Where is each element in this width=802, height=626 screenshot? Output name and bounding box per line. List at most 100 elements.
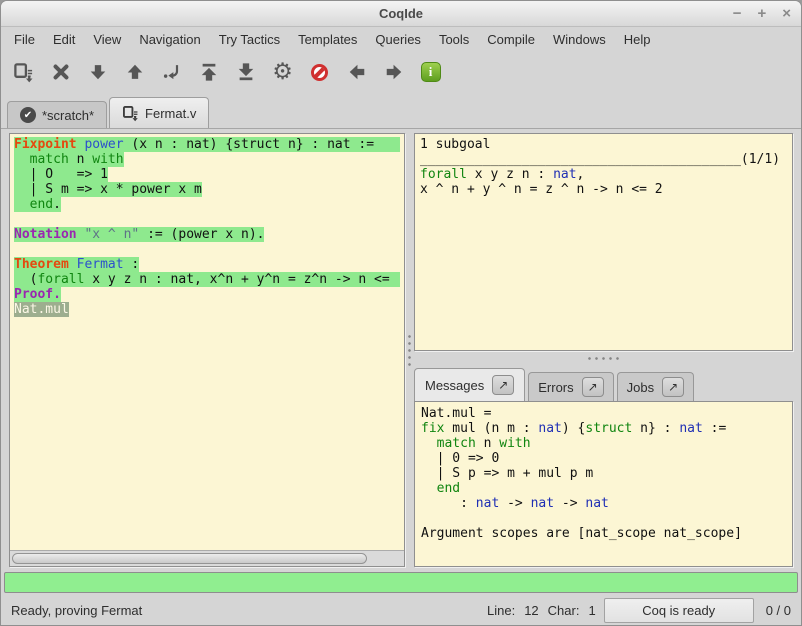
menu-navigation[interactable]: Navigation: [130, 29, 209, 50]
gear-button[interactable]: ⚙: [264, 55, 301, 89]
code-line: match n with: [421, 436, 786, 451]
code-line: ________________________________________…: [420, 152, 787, 167]
job-count: 0 / 0: [766, 603, 791, 618]
minimize-icon[interactable]: −: [733, 6, 742, 21]
menu-bar: FileEditViewNavigationTry TacticsTemplat…: [1, 27, 801, 51]
document-tab-bar: ✔ *scratch* Fermat.v: [1, 93, 801, 129]
go-to-end-button[interactable]: [227, 55, 264, 89]
tab-label: Messages: [425, 378, 484, 393]
coqide-window: CoqIde − + × FileEditViewNavigationTry T…: [0, 0, 802, 626]
code-line: Fixpoint power (x n : nat) {struct n} : …: [14, 137, 400, 152]
gear-icon: ⚙: [272, 61, 293, 84]
title-bar[interactable]: CoqIde − + ×: [1, 1, 801, 27]
code-line: | 0 => 0: [421, 451, 786, 466]
code-line: match n with: [14, 152, 400, 167]
check-circle-icon: ✔: [20, 107, 36, 123]
menu-try-tactics[interactable]: Try Tactics: [210, 29, 289, 50]
save-button[interactable]: [5, 55, 42, 89]
detach-button[interactable]: ↗: [662, 377, 684, 397]
code-line: Notation "x ^ n" := (power x n).: [14, 227, 400, 242]
splitter-handle-icon: [586, 357, 622, 360]
menu-templates[interactable]: Templates: [289, 29, 366, 50]
goals-panel[interactable]: 1 subgoal_______________________________…: [414, 133, 793, 351]
menu-file[interactable]: File: [5, 29, 44, 50]
menu-help[interactable]: Help: [615, 29, 660, 50]
tab-fermat[interactable]: Fermat.v: [109, 97, 209, 128]
tab-errors[interactable]: Errors ↗: [528, 372, 613, 401]
detach-button[interactable]: ↗: [582, 377, 604, 397]
detach-button[interactable]: ↗: [492, 375, 514, 395]
horizontal-scrollbar[interactable]: [10, 550, 404, 566]
code-line: forall x y z n : nat,: [420, 167, 787, 182]
splitter-handle-icon: [408, 333, 411, 367]
save-icon: [122, 105, 139, 122]
code-line: Nat.mul =: [421, 406, 786, 421]
line-label: Line:: [487, 603, 515, 618]
script-editor[interactable]: Fixpoint power (x n : nat) {struct n} : …: [10, 134, 404, 550]
code-line: fix mul (n m : nat) {struct n} : nat :=: [421, 421, 786, 436]
next-icon: [384, 62, 404, 82]
horizontal-splitter[interactable]: [414, 351, 793, 365]
code-line: Proof.: [14, 287, 400, 302]
code-line: Argument scopes are [nat_scope nat_scope…: [421, 526, 786, 541]
code-line: [421, 511, 786, 526]
go-to-start-icon: [199, 62, 219, 82]
detach-arrow-icon: ↗: [498, 378, 508, 392]
tab-messages[interactable]: Messages ↗: [414, 368, 525, 401]
maximize-icon[interactable]: +: [757, 6, 766, 21]
code-line: Nat.mul: [14, 302, 400, 317]
menu-compile[interactable]: Compile: [478, 29, 544, 50]
code-line: [14, 212, 400, 227]
go-to-end-icon: [236, 62, 256, 82]
close-icon: [51, 62, 71, 82]
next-button[interactable]: [375, 55, 412, 89]
detach-arrow-icon: ↗: [668, 380, 678, 394]
save-icon: [13, 62, 34, 83]
go-to-cursor-icon: [162, 62, 182, 82]
code-line: x ^ n + y ^ n = z ^ n -> n <= 2: [420, 182, 787, 197]
code-line: end: [421, 481, 786, 496]
menu-queries[interactable]: Queries: [366, 29, 430, 50]
scrollbar-thumb[interactable]: [12, 553, 367, 564]
close-button[interactable]: [42, 55, 79, 89]
interrupt-icon: [311, 64, 328, 81]
menu-view[interactable]: View: [84, 29, 130, 50]
code-line: : nat -> nat -> nat: [421, 496, 786, 511]
messages-tab-bar: Messages ↗ Errors ↗ Jobs ↗: [414, 365, 793, 401]
tab-label: Errors: [538, 380, 573, 395]
forward-button[interactable]: [79, 55, 116, 89]
vertical-splitter[interactable]: [405, 133, 414, 567]
code-line: | O => 1: [14, 167, 400, 182]
forward-icon: [88, 62, 108, 82]
messages-panel[interactable]: Nat.mul =fix mul (n m : nat) {struct n} …: [414, 401, 793, 567]
status-bar: Ready, proving Fermat Line: 12 Char: 1 C…: [1, 596, 801, 625]
back-icon: [347, 62, 367, 82]
backward-button[interactable]: [116, 55, 153, 89]
interrupt-button[interactable]: [301, 55, 338, 89]
right-pane: 1 subgoal_______________________________…: [414, 133, 793, 567]
code-line: 1 subgoal: [420, 137, 787, 152]
messages-notebook: Messages ↗ Errors ↗ Jobs ↗ Nat.mul =fix mul (…: [414, 365, 793, 567]
menu-windows[interactable]: Windows: [544, 29, 615, 50]
about-button[interactable]: i: [412, 55, 449, 89]
menu-edit[interactable]: Edit: [44, 29, 84, 50]
menu-tools[interactable]: Tools: [430, 29, 478, 50]
status-right: Line: 12 Char: 1 Coq is ready 0 / 0: [487, 598, 791, 623]
tab-scratch[interactable]: ✔ *scratch*: [7, 101, 107, 128]
code-line: | S m => x * power x m: [14, 182, 400, 197]
back-button[interactable]: [338, 55, 375, 89]
code-line: Theorem Fermat :: [14, 257, 400, 272]
coq-state-indicator: Coq is ready: [604, 598, 754, 623]
go-to-cursor-button[interactable]: [153, 55, 190, 89]
code-line: (forall x y z n : nat, x^n + y^n = z^n -…: [14, 272, 400, 287]
close-icon[interactable]: ×: [782, 6, 791, 21]
tab-label: Fermat.v: [145, 106, 196, 121]
tab-label: Jobs: [627, 380, 654, 395]
tab-jobs[interactable]: Jobs ↗: [617, 372, 694, 401]
main-area: Fixpoint power (x n : nat) {struct n} : …: [1, 129, 801, 570]
tab-label: *scratch*: [42, 108, 94, 123]
char-value: 1: [588, 603, 595, 618]
script-pane: Fixpoint power (x n : nat) {struct n} : …: [9, 133, 405, 567]
go-to-start-button[interactable]: [190, 55, 227, 89]
char-label: Char:: [548, 603, 580, 618]
